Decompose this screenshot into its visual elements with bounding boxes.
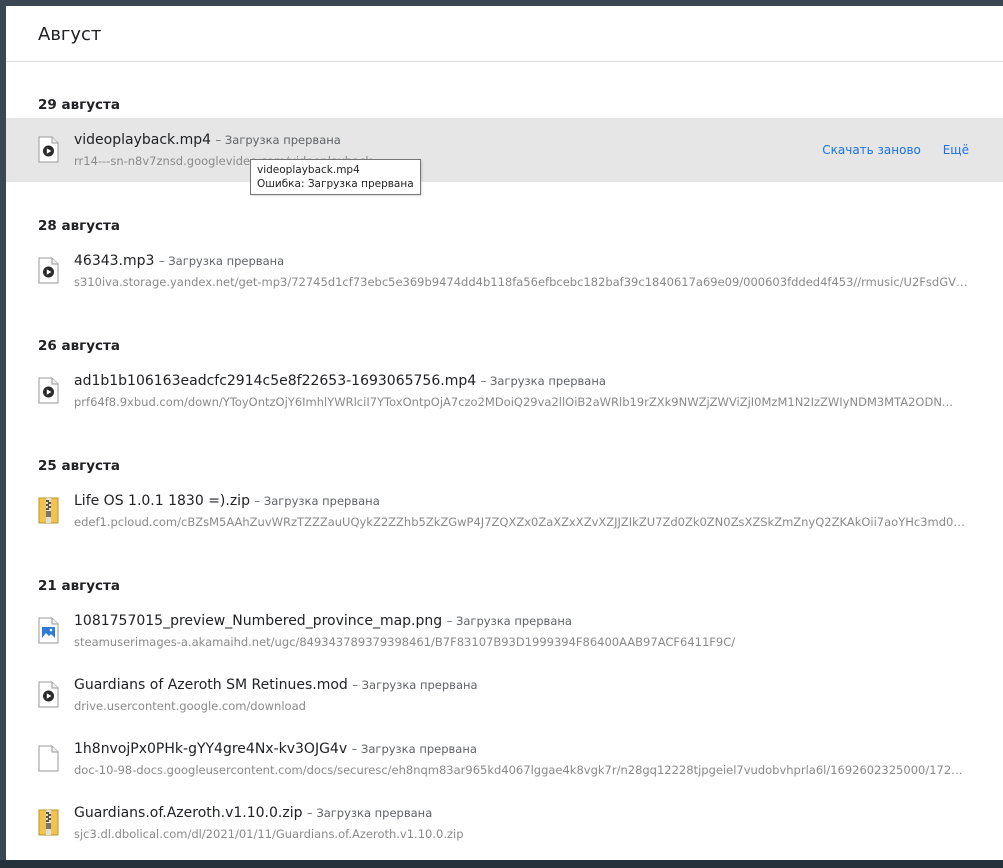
download-status: – Загрузка прервана [480,374,606,388]
file-url[interactable]: s310iva.storage.yandex.net/get-mp3/72745… [74,275,969,289]
video-file-icon [38,377,59,404]
file-url[interactable]: doc-10-98-docs.googleusercontent.com/doc… [74,763,969,777]
video-file-icon [38,136,59,163]
download-item[interactable]: 1h8nvojPx0PHk-gYY4gre4Nx-kv3OJG4v – Загр… [6,727,1003,791]
download-status: – Загрузка прервана [446,614,572,628]
more-button[interactable]: Ещё [943,143,969,157]
file-url[interactable]: drive.usercontent.google.com/download [74,699,969,713]
file-name[interactable]: 46343.mp3 [74,253,154,269]
file-url[interactable]: edef1.pcloud.com/cBZsM5AAhZuvWRzTZZZauUQ… [74,515,969,529]
file-url[interactable]: steamuserimages-a.akamaihd.net/ugc/84934… [74,635,969,649]
date-heading: 21 августа [38,578,120,594]
date-heading: 29 августа [38,97,120,113]
download-status: – Загрузка прервана [254,494,380,508]
download-item[interactable]: ad1b1b106163eadcfc2914c5e8f22653-1693065… [6,359,1003,423]
file-name[interactable]: Guardians of Azeroth SM Retinues.mod [74,677,348,693]
tooltip-error: Ошибка: Загрузка прервана [257,178,414,190]
video-file-icon [38,257,59,284]
download-status: – Загрузка прервана [215,133,341,147]
date-heading: 26 августа [38,338,120,354]
file-url[interactable]: prf64f8.9xbud.com/down/YToyOntzOjY6ImhlY… [74,395,969,409]
download-item[interactable]: Guardians.of.Azeroth.v1.10.0.zip – Загру… [6,791,1003,855]
download-item[interactable]: 1081757015_preview_Numbered_province_map… [6,599,1003,663]
zip-file-icon [38,497,59,524]
image-file-icon [38,617,59,644]
download-item[interactable]: Life OS 1.0.1 1830 =).zip – Загрузка пре… [6,479,1003,543]
download-status: – Загрузка прервана [351,742,477,756]
tooltip: videoplayback.mp4 Ошибка: Загрузка прерв… [250,159,421,195]
divider [6,61,1003,62]
file-name[interactable]: ad1b1b106163eadcfc2914c5e8f22653-1693065… [74,373,476,389]
month-title: Август [38,24,102,45]
file-name[interactable]: Guardians.of.Azeroth.v1.10.0.zip [74,805,302,821]
file-name[interactable]: videoplayback.mp4 [74,132,211,148]
downloads-panel: Август 29 августа videoplayback.mp4 – За… [6,6,1003,860]
download-item[interactable]: 46343.mp3 – Загрузка прервана s310iva.st… [6,239,1003,303]
download-item[interactable]: Guardians of Azeroth SM Retinues.mod – З… [6,663,1003,727]
retry-download-button[interactable]: Скачать заново [822,143,921,157]
file-name[interactable]: 1081757015_preview_Numbered_province_map… [74,613,442,629]
date-heading: 28 августа [38,218,120,234]
date-heading: 25 августа [38,458,120,474]
download-status: – Загрузка прервана [352,678,478,692]
zip-file-icon [38,809,59,836]
download-status: – Загрузка прервана [306,806,433,820]
taskbar [0,860,1003,868]
tooltip-filename: videoplayback.mp4 [257,164,360,176]
download-status: – Загрузка прервана [158,254,285,268]
file-url[interactable]: sjc3.dl.dbolical.com/dl/2021/01/11/Guard… [74,827,969,841]
file-name[interactable]: Life OS 1.0.1 1830 =).zip [74,493,250,509]
file-name[interactable]: 1h8nvojPx0PHk-gYY4gre4Nx-kv3OJG4v [74,741,347,757]
blank-file-icon [38,745,59,772]
download-item-videoplayback[interactable]: videoplayback.mp4 – Загрузка прервана rr… [6,118,1003,182]
video-file-icon [38,681,59,708]
